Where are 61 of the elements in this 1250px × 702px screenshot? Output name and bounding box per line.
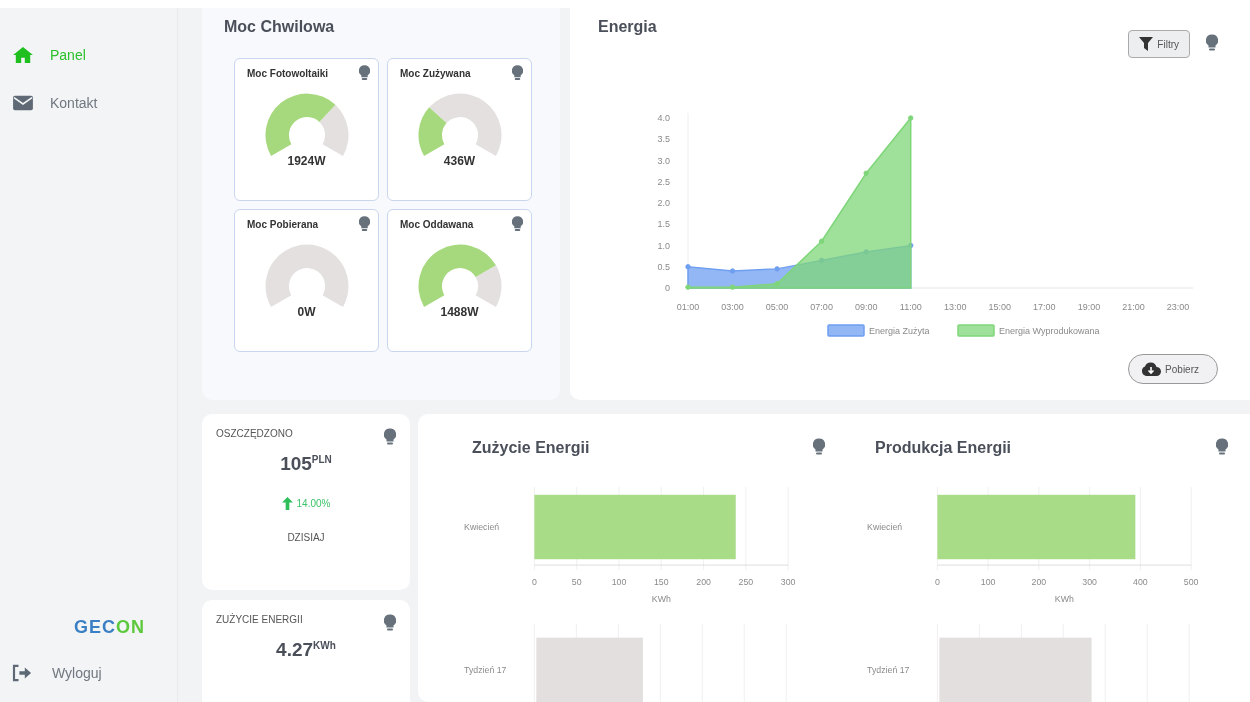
axis-tick-label: 13:00 [944, 302, 967, 312]
logo: GECON [74, 617, 145, 638]
axis-tick-label: 3.0 [657, 155, 670, 166]
axis-tick-label: 500 [1183, 576, 1199, 587]
axis-tick-label: 0 [531, 576, 537, 587]
axis-tick-label: 0 [665, 283, 670, 293]
category-label: Tydzień 17 [464, 664, 507, 675]
axis-tick-label: 1.0 [657, 240, 670, 251]
axis-tick-label: 2.0 [657, 198, 670, 208]
stat-value: 105$^{PLN}$ [280, 453, 332, 475]
axis-tick-label: 01:00 [676, 302, 700, 312]
axis-tick-label: 4.0 [657, 113, 670, 123]
stat-title: OSZCZĘDZONO [216, 428, 293, 441]
axis-tick-label: 250 [738, 576, 754, 587]
axis-tick-label: 19:00 [1077, 302, 1101, 312]
axis-tick-label: 0.5 [657, 261, 670, 272]
category-label: Tydzień 17 [867, 664, 910, 675]
axis-tick-label: 300 [780, 576, 796, 587]
panel-title: Energia [598, 18, 658, 36]
axis-tick-label: 50 [571, 576, 582, 587]
legend-label: Energia Wyprodukowana [999, 326, 1100, 336]
axis-tick-label: 17:00 [1033, 302, 1056, 312]
stat-title: ZUŻYCIE ENERGII [216, 614, 303, 627]
gauge-value: 436W [443, 154, 476, 168]
panel-title: Moc Chwilowa [224, 18, 336, 36]
axis-tick-label: 1.5 [657, 219, 670, 230]
gauge-title: Moc Fotowoltaiki [247, 68, 329, 79]
axis-tick-label: 100 [611, 576, 627, 587]
axis-tick-label: 0 [934, 576, 940, 587]
chart-title: Produkcja Energii [875, 438, 1012, 457]
axis-tick-label: 2.5 [657, 176, 670, 187]
gauge-title: Moc Zużywana [400, 68, 471, 79]
axis-tick-label: 21:00 [1122, 302, 1145, 312]
axis-tick-label: 200 [1031, 576, 1047, 587]
gauge-value: 0W [297, 305, 316, 319]
axis-tick-label: 400 [1133, 576, 1148, 587]
axis-title: KWh [1054, 594, 1074, 605]
axis-tick-label: 3.5 [657, 134, 670, 145]
stat-value: 4.27$^{KWh}$ [276, 639, 336, 661]
axis-tick-label: 100 [980, 576, 996, 587]
gauge-value: 1924W [287, 154, 326, 168]
change-value: 14.00% [296, 498, 331, 509]
gauge-title: Moc Pobierana [247, 219, 319, 230]
axis-tick-label: 07:00 [810, 302, 833, 312]
legend-label: Energia Zużyta [869, 326, 930, 336]
axis-title: KWh [651, 594, 671, 605]
category-label: Kwiecień [867, 521, 903, 532]
category-label: Kwiecień [464, 521, 500, 532]
axis-tick-label: 150 [653, 576, 669, 587]
axis-tick-label: 09:00 [854, 302, 878, 312]
axis-tick-label: 300 [1082, 576, 1097, 587]
axis-tick-label: 03:00 [721, 302, 744, 312]
axis-tick-label: 200 [696, 576, 711, 587]
chart-title: Zużycie Energii [472, 438, 590, 457]
gauge-title: Moc Oddawana [400, 219, 474, 230]
period-label: DZISIAJ [287, 532, 325, 543]
axis-tick-label: 15:00 [988, 302, 1012, 312]
gauge-value: 1488W [440, 305, 479, 319]
axis-tick-label: 11:00 [899, 302, 922, 312]
axis-tick-label: 05:00 [765, 302, 789, 312]
axis-tick-label: 23:00 [1166, 302, 1190, 312]
